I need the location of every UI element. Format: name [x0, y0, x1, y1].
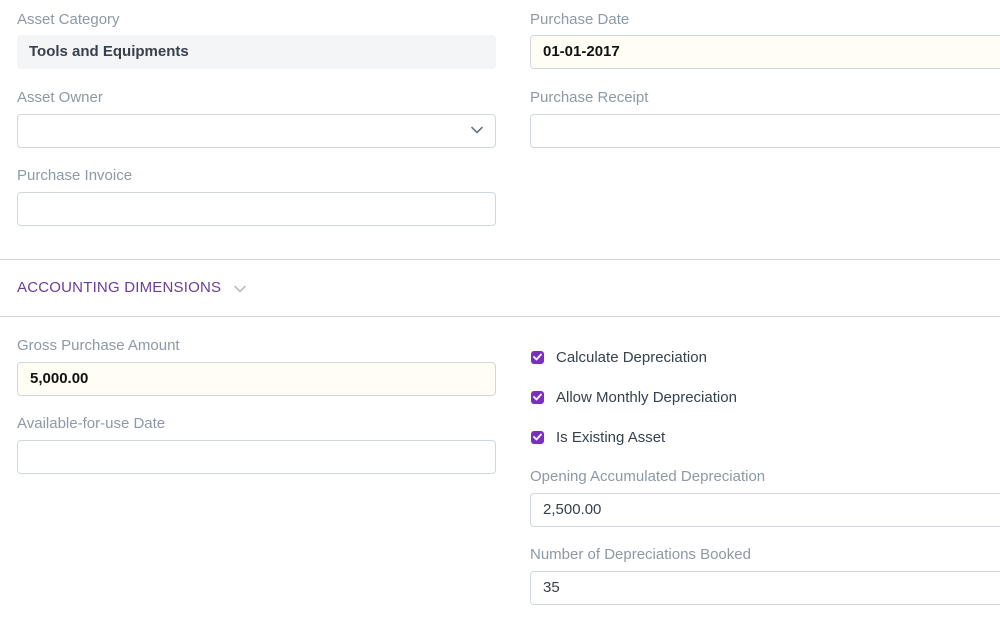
opening-accumulated-depreciation-label: Opening Accumulated Depreciation: [530, 468, 766, 485]
available-for-use-date-input[interactable]: [17, 440, 496, 474]
asset-category-label: Asset Category: [17, 11, 120, 28]
number-of-depreciations-booked-input[interactable]: 35: [530, 571, 1000, 605]
purchase-invoice-label: Purchase Invoice: [17, 167, 133, 184]
is-existing-asset-checkbox-row[interactable]: Is Existing Asset: [531, 427, 665, 447]
asset-category-field: Tools and Equipments: [17, 35, 496, 69]
purchase-receipt-input[interactable]: [530, 114, 1000, 148]
calculate-depreciation-label[interactable]: Calculate Depreciation: [556, 349, 707, 366]
section-divider-top: [0, 259, 1000, 260]
gross-purchase-amount-label: Gross Purchase Amount: [17, 337, 180, 354]
accounting-dimensions-section-title[interactable]: ACCOUNTING DIMENSIONS: [17, 279, 221, 297]
section-collapse-chevron-icon[interactable]: [234, 285, 246, 293]
calculate-depreciation-checkbox-row[interactable]: Calculate Depreciation: [531, 347, 707, 367]
is-existing-asset-checkbox[interactable]: [531, 430, 544, 444]
calculate-depreciation-checkbox[interactable]: [531, 350, 544, 364]
number-of-depreciations-booked-label: Number of Depreciations Booked: [530, 546, 751, 563]
gross-purchase-amount-input[interactable]: 5,000.00: [17, 362, 496, 396]
purchase-date-label: Purchase Date: [530, 11, 630, 28]
allow-monthly-depreciation-label[interactable]: Allow Monthly Depreciation: [556, 389, 737, 406]
opening-accumulated-depreciation-input[interactable]: 2,500.00: [530, 493, 1000, 527]
checkmark-icon: [533, 353, 542, 361]
purchase-receipt-label: Purchase Receipt: [530, 89, 649, 106]
section-divider-bottom: [0, 316, 1000, 317]
checkmark-icon: [533, 433, 542, 441]
is-existing-asset-label[interactable]: Is Existing Asset: [556, 429, 665, 446]
purchase-invoice-input[interactable]: [17, 192, 496, 226]
purchase-date-input[interactable]: 01-01-2017: [530, 35, 1000, 69]
asset-owner-label: Asset Owner: [17, 89, 103, 106]
allow-monthly-depreciation-checkbox[interactable]: [531, 390, 544, 404]
allow-monthly-depreciation-checkbox-row[interactable]: Allow Monthly Depreciation: [531, 387, 737, 407]
checkmark-icon: [533, 393, 542, 401]
chevron-down-icon[interactable]: [471, 126, 483, 134]
available-for-use-date-label: Available-for-use Date: [17, 415, 166, 432]
asset-owner-select[interactable]: [17, 114, 496, 148]
